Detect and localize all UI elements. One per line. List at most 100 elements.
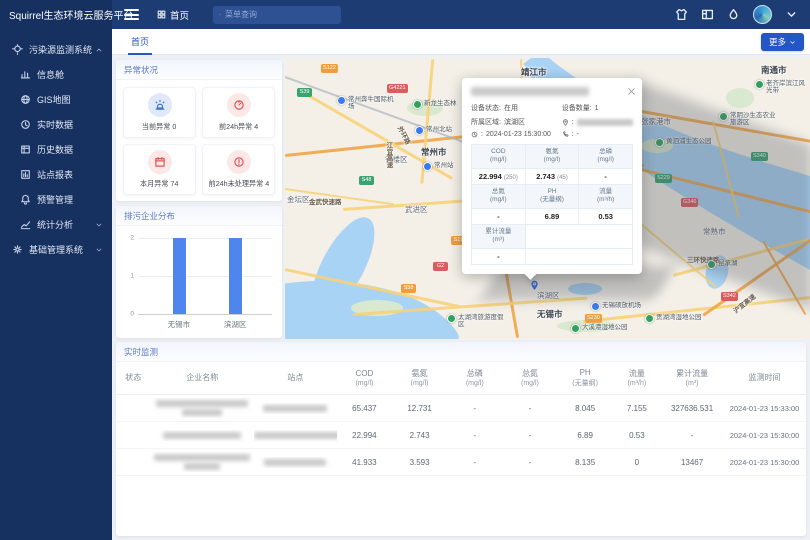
gis-map[interactable]: 常州市无锡市南通市靖江市钟楼区武进区金坛区滨湖区常熟市张家港市金武快速路外环路江… (285, 58, 810, 339)
metric-header-cell: 总氮(mg/l) (472, 184, 526, 208)
table-row-1[interactable]: 22.9942.743--6.890.53-2024-01-23 15:30:0… (116, 422, 806, 449)
column-header-7: PH(无量纲) (558, 368, 613, 389)
chevron-down-icon (789, 39, 796, 46)
value-cell: - (447, 404, 502, 413)
sidebar-item-2[interactable]: GIS地图 (0, 87, 112, 112)
sidebar-item-label: 污染源监测系统 (29, 43, 92, 56)
value-cell: 12.731 (392, 404, 447, 413)
sidebar-item-7[interactable]: 统计分析 (0, 212, 112, 237)
sidebar-item-label: 预警管理 (37, 193, 73, 206)
value-cell: 65.437 (337, 404, 392, 413)
realtime-table-header: 状态企业名称站点COD(mg/l)氨氮(mg/l)总磷(mg/l)总氮(mg/l… (116, 362, 806, 395)
device-status-value: 在用 (504, 103, 518, 113)
map-label: 江宜高速 (383, 142, 393, 168)
column-header-3: COD(mg/l) (337, 369, 392, 387)
sidebar-item-label: 历史数据 (37, 143, 73, 156)
chevron-down-icon[interactable] (785, 8, 798, 21)
close-icon[interactable] (627, 83, 636, 92)
metric-value-cell: - (472, 208, 526, 224)
monitor-time-cell: 2024-01-23 15:33:00 (723, 404, 806, 413)
map-poi: 无锡硕放机场 (591, 302, 641, 311)
metric-header-cell: 总磷(mg/l) (579, 145, 633, 169)
sidebar-item-label: 统计分析 (37, 218, 73, 231)
x-category-label: 滨湖区 (224, 319, 247, 330)
monitor-time-cell: 2024-01-23 15:30:00 (723, 431, 806, 440)
redacted-company-name (184, 463, 220, 470)
more-button[interactable]: 更多 (761, 33, 804, 51)
chevron-up-icon (95, 46, 103, 54)
value-cell: 0.53 (613, 431, 661, 440)
sidebar-item-label: 基础管理系统 (29, 243, 83, 256)
sidebar-item-3[interactable]: 实时数据 (0, 112, 112, 137)
value-cell: 6.89 (558, 431, 613, 440)
map-label: 金武快速路 (309, 196, 342, 206)
route-badge: S48 (359, 176, 374, 185)
park-marker-icon (571, 324, 580, 333)
metric-header-cell: 氨氮(mg/l) (525, 145, 579, 169)
sidebar-item-5[interactable]: 站点报表 (0, 162, 112, 187)
sidebar-menu: 污染源监测系统信息舱GIS地图实时数据历史数据站点报表预警管理统计分析基础管理系… (0, 29, 112, 540)
card-label: 本月异常 74 (140, 178, 178, 188)
column-header-5: 总磷(mg/l) (447, 369, 502, 387)
transport-marker-icon (337, 96, 346, 105)
route-badge: S230 (585, 314, 602, 323)
column-header-4: 氨氮(mg/l) (392, 369, 447, 387)
monitor-time-cell: 2024-01-23 15:30:00 (723, 458, 806, 467)
search-input[interactable] (225, 10, 335, 19)
abnormal-status-panel: 异常状况 当前异常 0 前24h异常 4 本月异常 74 前24h未处理异常 4 (116, 60, 282, 201)
bar-滨湖区 (229, 238, 242, 314)
transport-marker-icon (423, 162, 432, 171)
metric-value-cell: 22.994 (250) (472, 168, 526, 184)
value-cell: - (502, 431, 557, 440)
sidebar-item-0[interactable]: 污染源监测系统 (0, 37, 112, 62)
map-label: 武进区 (405, 204, 428, 215)
flame-icon[interactable] (727, 8, 740, 21)
y-tick-label: 2 (130, 235, 134, 242)
sidebar-item-1[interactable]: 信息舱 (0, 62, 112, 87)
panel-title: 异常状况 (116, 60, 282, 80)
value-cell: - (447, 458, 502, 467)
layout-icon[interactable] (701, 8, 714, 21)
tab-home[interactable]: 首页 (128, 29, 152, 55)
chevron-down-icon (95, 221, 103, 229)
sidebar-item-label: 站点报表 (37, 168, 73, 181)
map-poi: 大溪港湿地公园 (571, 324, 628, 333)
panel-title: 排污企业分布 (116, 206, 282, 226)
location-pin-icon (562, 119, 569, 126)
table-row-2[interactable]: 41.9333.593--8.1350134672024-01-23 15:30… (116, 449, 806, 476)
value-cell: 327636.531 (661, 404, 723, 413)
clock-icon (471, 131, 478, 138)
sidebar-item-8[interactable]: 基础管理系统 (0, 237, 112, 262)
abnormal-card-2: 本月异常 74 (123, 144, 196, 195)
siren-icon (148, 93, 172, 117)
value-cell: - (502, 404, 557, 413)
app-window: Squirrel生态环境云服务平台 首页 污染源监测系统信息舱GIS地图实时数据… (0, 0, 810, 540)
device-count-label: 设备数量: (562, 103, 592, 113)
sidebar-item-6[interactable]: 预警管理 (0, 187, 112, 212)
bar-chart: 012无锡市滨湖区 (138, 238, 272, 314)
park-marker-icon (645, 314, 654, 323)
metric-value-cell: 0.53 (579, 208, 633, 224)
card-label: 前24h异常 4 (219, 121, 258, 131)
avatar[interactable] (753, 5, 772, 24)
route-badge: S39 (297, 88, 312, 97)
map-label: 南通市 (761, 64, 787, 76)
popup-info: 设备状态: 在用 设备数量: 1 所属区域: 滨湖区 : :2024-01-23… (471, 103, 633, 138)
popup-datetime: 2024-01-23 15:30:00 (486, 131, 551, 138)
table-row-0[interactable]: 65.43712.731--8.0457.155327636.5312024-0… (116, 395, 806, 422)
warning-icon (227, 150, 251, 174)
value-cell: 8.135 (558, 458, 613, 467)
phone-icon (562, 131, 569, 138)
menu-collapse-icon[interactable] (124, 9, 139, 20)
redacted-company-name (182, 409, 222, 416)
search-icon (219, 10, 221, 19)
gridline (138, 276, 272, 277)
map-label: 无锡市 (537, 308, 563, 320)
sidebar-item-4[interactable]: 历史数据 (0, 137, 112, 162)
abnormal-card-1: 前24h异常 4 (202, 87, 275, 138)
map-label: 金坛区 (287, 194, 310, 205)
theme-icon[interactable] (675, 8, 688, 21)
map-poi: 新龙生态林 (413, 100, 457, 109)
breadcrumb[interactable]: 首页 (157, 8, 189, 22)
metric-header-cell: 流量(m³/h) (579, 184, 633, 208)
